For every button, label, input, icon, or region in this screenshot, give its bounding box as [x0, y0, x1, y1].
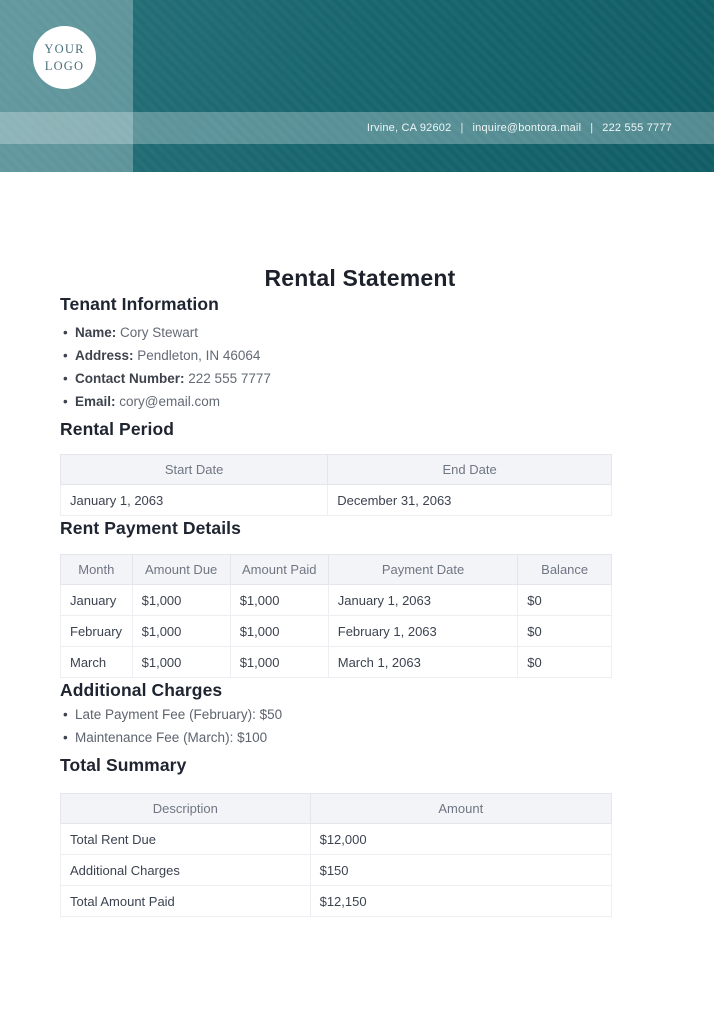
column-header: Description [61, 794, 311, 824]
table-cell: $1,000 [132, 647, 230, 678]
column-header: Month [61, 555, 133, 585]
list-item: Late Payment Fee (February): $50 [62, 707, 612, 722]
table-cell: February [61, 616, 133, 647]
table-row: Total Rent Due $12,000 [61, 824, 612, 855]
contact-separator: | [460, 122, 463, 134]
table-cell: $1,000 [230, 585, 328, 616]
table-row: Total Amount Paid $12,150 [61, 886, 612, 917]
table-cell: December 31, 2063 [328, 485, 612, 516]
rental-period-table: Start Date End Date January 1, 2063 Dece… [60, 454, 612, 516]
item-value: Pendleton, IN 46064 [137, 348, 260, 363]
table-row: March $1,000 $1,000 March 1, 2063 $0 [61, 647, 612, 678]
total-summary-heading: Total Summary [60, 753, 612, 777]
table-cell: February 1, 2063 [328, 616, 518, 647]
item-label: Email: [75, 394, 116, 409]
table-cell: $12,150 [310, 886, 611, 917]
list-item: Maintenance Fee (March): $100 [62, 730, 612, 745]
table-cell: $0 [518, 616, 612, 647]
list-item: Contact Number: 222 555 7777 [62, 371, 612, 386]
header-contact-strip: Irvine, CA 92602 | inquire@bontora.mail … [0, 112, 714, 144]
item-label: Contact Number: [75, 371, 185, 386]
section-tenant-information: Tenant Information Name: Cory Stewart Ad… [60, 292, 612, 409]
table-cell: Total Amount Paid [61, 886, 311, 917]
table-cell: Additional Charges [61, 855, 311, 886]
column-header: Amount [310, 794, 611, 824]
table-cell: January 1, 2063 [61, 485, 328, 516]
column-header: Payment Date [328, 555, 518, 585]
rental-period-heading: Rental Period [60, 417, 612, 441]
table-header-row: Start Date End Date [61, 455, 612, 485]
item-label: Name: [75, 325, 116, 340]
contact-separator: | [590, 122, 593, 134]
table-cell: $150 [310, 855, 611, 886]
table-cell: $1,000 [230, 616, 328, 647]
page-title: Rental Statement [0, 264, 720, 292]
item-value: Cory Stewart [120, 325, 198, 340]
total-summary-table: Description Amount Total Rent Due $12,00… [60, 793, 612, 917]
table-cell: Total Rent Due [61, 824, 311, 855]
table-cell: $0 [518, 585, 612, 616]
rent-payment-details-table: Month Amount Due Amount Paid Payment Dat… [60, 554, 612, 678]
table-row: January $1,000 $1,000 January 1, 2063 $0 [61, 585, 612, 616]
additional-charges-heading: Additional Charges [60, 678, 612, 702]
item-value: 222 555 7777 [188, 371, 271, 386]
table-cell: $1,000 [230, 647, 328, 678]
item-value: cory@email.com [119, 394, 220, 409]
contact-email: inquire@bontora.mail [473, 122, 582, 134]
item-label: Address: [75, 348, 134, 363]
list-item: Email: cory@email.com [62, 394, 612, 409]
section-rent-payment-details: Rent Payment Details Month Amount Due Am… [60, 516, 612, 678]
tenant-information-heading: Tenant Information [60, 292, 612, 316]
logo-text-line2: LOGO [45, 58, 85, 75]
contact-phone: 222 555 7777 [602, 122, 672, 134]
table-cell: $12,000 [310, 824, 611, 855]
table-header-row: Description Amount [61, 794, 612, 824]
column-header: Balance [518, 555, 612, 585]
list-item: Name: Cory Stewart [62, 325, 612, 340]
column-header: Amount Due [132, 555, 230, 585]
column-header: Start Date [61, 455, 328, 485]
rent-payment-details-heading: Rent Payment Details [60, 516, 612, 540]
logo-text-line1: YOUR [44, 41, 84, 58]
tenant-information-list: Name: Cory Stewart Address: Pendleton, I… [62, 325, 612, 409]
column-header: End Date [328, 455, 612, 485]
table-cell: $1,000 [132, 585, 230, 616]
table-cell: $1,000 [132, 616, 230, 647]
table-cell: $0 [518, 647, 612, 678]
document-header-banner: Irvine, CA 92602 | inquire@bontora.mail … [0, 0, 714, 172]
table-row: January 1, 2063 December 31, 2063 [61, 485, 612, 516]
section-rental-period: Rental Period Start Date End Date Januar… [60, 417, 612, 516]
section-additional-charges: Additional Charges Late Payment Fee (Feb… [60, 678, 612, 745]
table-row: Additional Charges $150 [61, 855, 612, 886]
table-cell: March [61, 647, 133, 678]
table-cell: January [61, 585, 133, 616]
section-total-summary: Total Summary Description Amount Total R… [60, 753, 612, 917]
list-item: Address: Pendleton, IN 46064 [62, 348, 612, 363]
column-header: Amount Paid [230, 555, 328, 585]
table-header-row: Month Amount Due Amount Paid Payment Dat… [61, 555, 612, 585]
contact-location: Irvine, CA 92602 [367, 122, 452, 134]
table-cell: January 1, 2063 [328, 585, 518, 616]
table-row: February $1,000 $1,000 February 1, 2063 … [61, 616, 612, 647]
company-logo: YOUR LOGO [33, 26, 96, 89]
table-cell: March 1, 2063 [328, 647, 518, 678]
additional-charges-list: Late Payment Fee (February): $50 Mainten… [62, 707, 612, 745]
